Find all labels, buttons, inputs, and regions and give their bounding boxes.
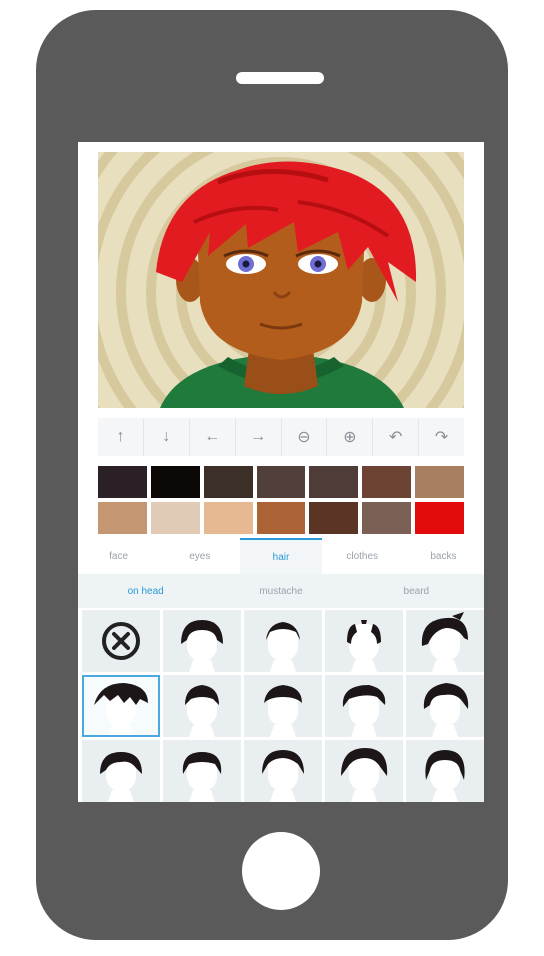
subtab-beard[interactable]: beard — [349, 574, 484, 608]
zoom-out-icon: ⊖ — [297, 429, 311, 446]
hair-style-crop-icon — [185, 685, 219, 737]
tab-hair[interactable]: hair — [240, 538, 322, 574]
move-right-button[interactable]: → — [235, 418, 282, 456]
tab-clothes[interactable]: clothes — [322, 538, 403, 574]
hair-style-long-icon — [425, 750, 465, 802]
color-swatch[interactable] — [256, 502, 306, 534]
hair-style-option[interactable] — [406, 610, 484, 672]
speaker-grille — [236, 72, 324, 84]
hair-style-option[interactable] — [406, 740, 484, 802]
arrow-left-icon: ← — [204, 428, 221, 445]
color-swatch[interactable] — [362, 502, 412, 534]
color-palette — [98, 466, 465, 538]
hair-style-option[interactable] — [406, 675, 484, 737]
hair-subtabs: on head mustache beard — [78, 574, 484, 608]
hair-style-bald-icon — [266, 622, 300, 672]
subtab-on-head[interactable]: on head — [78, 574, 213, 608]
hair-style-option[interactable] — [163, 610, 241, 672]
arrow-down-icon: ↓ — [162, 428, 171, 445]
color-swatch[interactable] — [203, 502, 253, 534]
hair-style-option[interactable] — [325, 675, 403, 737]
color-swatch[interactable] — [309, 466, 359, 498]
redo-button[interactable]: ↷ — [419, 418, 464, 456]
app-screen: ↑ ↓ ← → ⊖ ⊕ ↶ ↷ face eyes hair clothes b… — [78, 142, 484, 802]
hair-style-short-icon — [181, 620, 223, 672]
swatch-row — [98, 502, 465, 534]
color-swatch[interactable] — [98, 502, 147, 534]
phone-frame: ↑ ↓ ← → ⊖ ⊕ ↶ ↷ face eyes hair clothes b… — [36, 10, 508, 940]
arrow-right-icon: → — [250, 428, 267, 445]
arrow-up-icon: ↑ — [116, 428, 125, 445]
hair-style-spiky-icon — [421, 612, 468, 672]
hair-style-round-icon — [182, 752, 222, 802]
tab-face[interactable]: face — [78, 538, 159, 574]
zoom-in-icon: ⊕ — [343, 429, 357, 446]
hair-style-flat-icon — [264, 685, 302, 737]
hair-style-full-icon — [341, 748, 388, 802]
hair-style-option[interactable] — [244, 740, 322, 802]
color-swatch[interactable] — [256, 466, 306, 498]
hair-style-option[interactable] — [325, 740, 403, 802]
hair-style-option[interactable] — [163, 675, 241, 737]
undo-button[interactable]: ↶ — [373, 418, 420, 456]
tab-eyes[interactable]: eyes — [159, 538, 240, 574]
color-swatch[interactable] — [150, 502, 200, 534]
color-swatch[interactable] — [415, 502, 465, 534]
remove-hair-button[interactable] — [82, 610, 160, 672]
move-left-button[interactable]: ← — [189, 418, 236, 456]
hair-style-option[interactable] — [82, 675, 160, 737]
hair-style-quiff-icon — [423, 683, 469, 737]
hair-style-option[interactable] — [163, 740, 241, 802]
color-swatch[interactable] — [415, 466, 465, 498]
hair-style-option[interactable] — [325, 610, 403, 672]
hair-style-swept-icon — [342, 685, 386, 737]
undo-icon: ↶ — [388, 429, 403, 446]
hair-style-option[interactable] — [244, 610, 322, 672]
redo-icon: ↷ — [434, 429, 449, 446]
zoom-in-button[interactable]: ⊕ — [327, 418, 374, 456]
hair-style-option[interactable] — [244, 675, 322, 737]
avatar-preview — [98, 152, 464, 408]
category-tabs: face eyes hair clothes backs — [78, 538, 484, 574]
swatch-row — [98, 466, 465, 498]
color-swatch[interactable] — [98, 466, 147, 498]
color-swatch[interactable] — [203, 466, 253, 498]
move-down-button[interactable]: ↓ — [143, 418, 190, 456]
home-button[interactable] — [242, 832, 320, 910]
hair-style-option[interactable] — [82, 740, 160, 802]
color-swatch[interactable] — [150, 466, 200, 498]
position-toolbar: ↑ ↓ ← → ⊖ ⊕ ↶ ↷ — [98, 418, 464, 456]
move-up-button[interactable]: ↑ — [98, 418, 144, 456]
color-swatch[interactable] — [309, 502, 359, 534]
hair-style-messy-icon — [94, 683, 148, 737]
remove-hair-icon — [102, 622, 140, 660]
color-swatch[interactable] — [362, 466, 412, 498]
hair-style-side-part-icon — [100, 752, 142, 802]
tab-backs[interactable]: backs — [403, 538, 484, 574]
hair-style-balding-icon — [347, 620, 381, 672]
zoom-out-button[interactable]: ⊖ — [281, 418, 328, 456]
subtab-mustache[interactable]: mustache — [213, 574, 348, 608]
hair-style-curved-icon — [262, 750, 304, 802]
